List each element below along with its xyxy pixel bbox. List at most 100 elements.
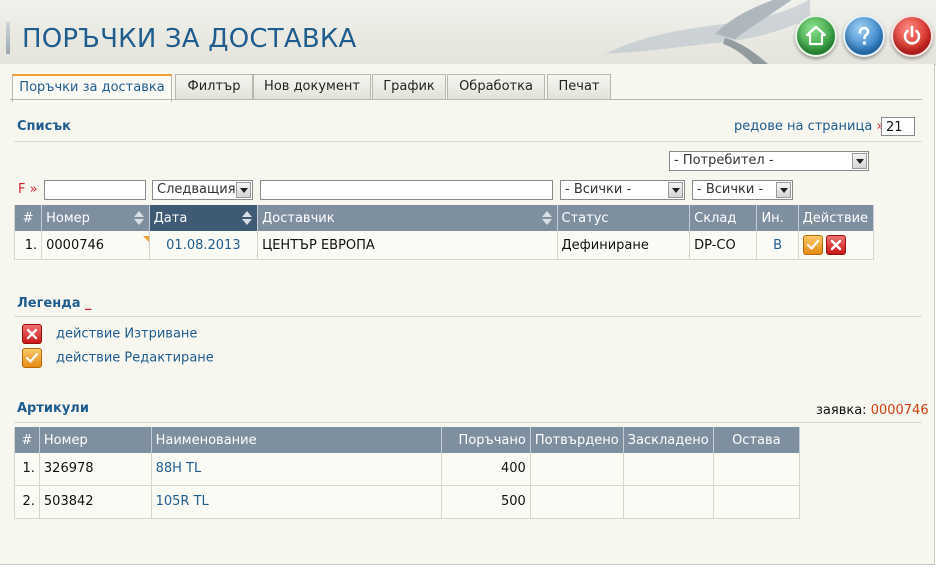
col-warehouse: Склад — [689, 205, 758, 231]
filter-status-value: - Всички - — [565, 182, 632, 197]
list-divider — [14, 141, 922, 142]
edit-icon — [22, 348, 42, 368]
filter-tag: F » — [18, 182, 38, 197]
question-icon — [858, 26, 870, 45]
filter-number-input[interactable] — [44, 180, 146, 200]
logout-button[interactable] — [891, 15, 933, 57]
row-warehouse: DP-CO — [689, 231, 758, 260]
col-action: Действие — [798, 205, 875, 231]
row-actions — [798, 231, 875, 260]
rows-per-page-input[interactable]: 21 — [881, 117, 915, 136]
row-ordered: 500 — [441, 485, 531, 519]
col-stored: Заскладено — [623, 427, 714, 453]
row-number: 0000746 — [41, 231, 150, 260]
chevron-down-icon — [236, 182, 251, 198]
bird-logo-icon — [605, 0, 810, 64]
legend-item-edit: действие Редактиране — [22, 348, 214, 368]
tab-print[interactable]: Печат — [547, 74, 611, 99]
row-index: 2. — [14, 485, 40, 519]
row-remaining — [713, 485, 801, 519]
col-index: # — [14, 427, 40, 453]
col-index: # — [14, 205, 43, 231]
chevron-down-icon — [776, 182, 791, 198]
tab-filter[interactable]: Филтър — [175, 74, 253, 99]
page-title: ПОРЪЧКИ ЗА ДОСТАВКА — [22, 24, 357, 54]
help-button[interactable] — [843, 15, 885, 57]
sort-icon[interactable] — [541, 210, 553, 226]
order-number: 0000746 — [870, 403, 929, 418]
filter-supplier-input[interactable] — [260, 180, 553, 200]
col-date[interactable]: Дата — [149, 205, 259, 231]
tab-divider — [10, 99, 922, 100]
row-index: 1. — [14, 453, 40, 486]
table-row[interactable]: 2. 503842 105R TL 500 — [14, 485, 801, 519]
row-stored — [623, 453, 714, 486]
articles-table: # Номер Наименование Поръчано Потвърдено… — [14, 427, 801, 519]
edit-icon[interactable] — [802, 235, 823, 255]
order-reference: заявка: 0000746 — [816, 403, 929, 418]
row-ordered: 400 — [441, 453, 531, 486]
row-stored — [623, 485, 714, 519]
consumer-select[interactable]: - Потребител - — [669, 151, 869, 171]
col-ordered: Поръчано — [441, 427, 531, 453]
col-supplier[interactable]: Доставчик — [257, 205, 558, 231]
filter-date-value: Следващия — [157, 182, 236, 197]
row-index: 1. — [14, 231, 43, 260]
home-button[interactable] — [795, 15, 837, 57]
col-remaining: Остава — [713, 427, 801, 453]
rows-per-page-label: редове на страница — [734, 119, 873, 134]
filter-date-select[interactable]: Следващия — [152, 180, 253, 200]
sort-icon[interactable] — [133, 210, 145, 226]
row-status: Дефиниране — [557, 231, 691, 260]
row-supplier: ЦЕНТЪР ЕВРОПА — [257, 231, 558, 260]
tab-schedule[interactable]: График — [372, 74, 446, 99]
filter-status-select[interactable]: - Всички - — [560, 180, 685, 200]
col-name: Наименование — [151, 427, 443, 453]
filter-warehouse-value: - Всички - — [697, 182, 764, 197]
list-section-title: Списък — [17, 119, 71, 134]
title-bar-accent — [6, 22, 10, 54]
chevron-down-icon — [668, 182, 683, 198]
legend-marker: _ — [85, 296, 92, 311]
rows-per-page-link[interactable]: редове на страница » — [734, 119, 884, 134]
row-in-link[interactable]: B — [756, 231, 799, 260]
sort-icon[interactable] — [241, 210, 253, 226]
orders-table: # Номер Дата Доставчик Статус Склад Ин. … — [14, 205, 875, 260]
legend-title: Легенда _ — [17, 296, 92, 311]
delete-icon[interactable] — [825, 235, 846, 255]
row-marker-icon — [143, 236, 149, 242]
articles-title: Артикули — [17, 401, 89, 416]
tab-orders[interactable]: Поръчки за доставка — [12, 74, 172, 102]
articles-header-row: # Номер Наименование Поръчано Потвърдено… — [14, 427, 801, 453]
col-number[interactable]: Номер — [41, 205, 150, 231]
legend-title-label: Легенда — [17, 296, 81, 311]
chevron-down-icon — [852, 153, 867, 169]
filter-warehouse-select[interactable]: - Всички - — [692, 180, 793, 200]
legend-divider — [14, 316, 922, 317]
col-date-label: Дата — [153, 210, 188, 226]
power-icon — [903, 25, 921, 45]
col-supplier-label: Доставчик — [262, 210, 335, 226]
tab-processing[interactable]: Обработка — [447, 74, 545, 99]
col-number-label: Номер — [46, 210, 90, 226]
order-label: заявка: — [816, 403, 867, 418]
col-number: Номер — [39, 427, 152, 453]
col-confirmed: Потвърдено — [530, 427, 624, 453]
articles-divider — [14, 422, 922, 423]
tab-new-document[interactable]: Нов документ — [253, 74, 371, 99]
delete-icon — [22, 324, 42, 344]
row-number: 326978 — [39, 453, 152, 486]
row-name-link[interactable]: 105R TL — [151, 485, 443, 519]
legend-item-label: действие Изтриване — [56, 326, 198, 342]
row-date-link[interactable]: 01.08.2013 — [149, 231, 259, 260]
row-number: 503842 — [39, 485, 152, 519]
consumer-select-value: - Потребител - — [674, 153, 774, 168]
legend-item-label: действие Редактиране — [56, 350, 214, 366]
home-icon — [805, 25, 827, 46]
col-status: Статус — [557, 205, 691, 231]
col-in: Ин. — [756, 205, 799, 231]
row-name-link[interactable]: 88H TL — [151, 453, 443, 486]
app-header: ПОРЪЧКИ ЗА ДОСТАВКА — [0, 0, 936, 65]
row-confirmed — [530, 453, 624, 486]
table-row[interactable]: 1. 326978 88H TL 400 — [14, 453, 801, 486]
